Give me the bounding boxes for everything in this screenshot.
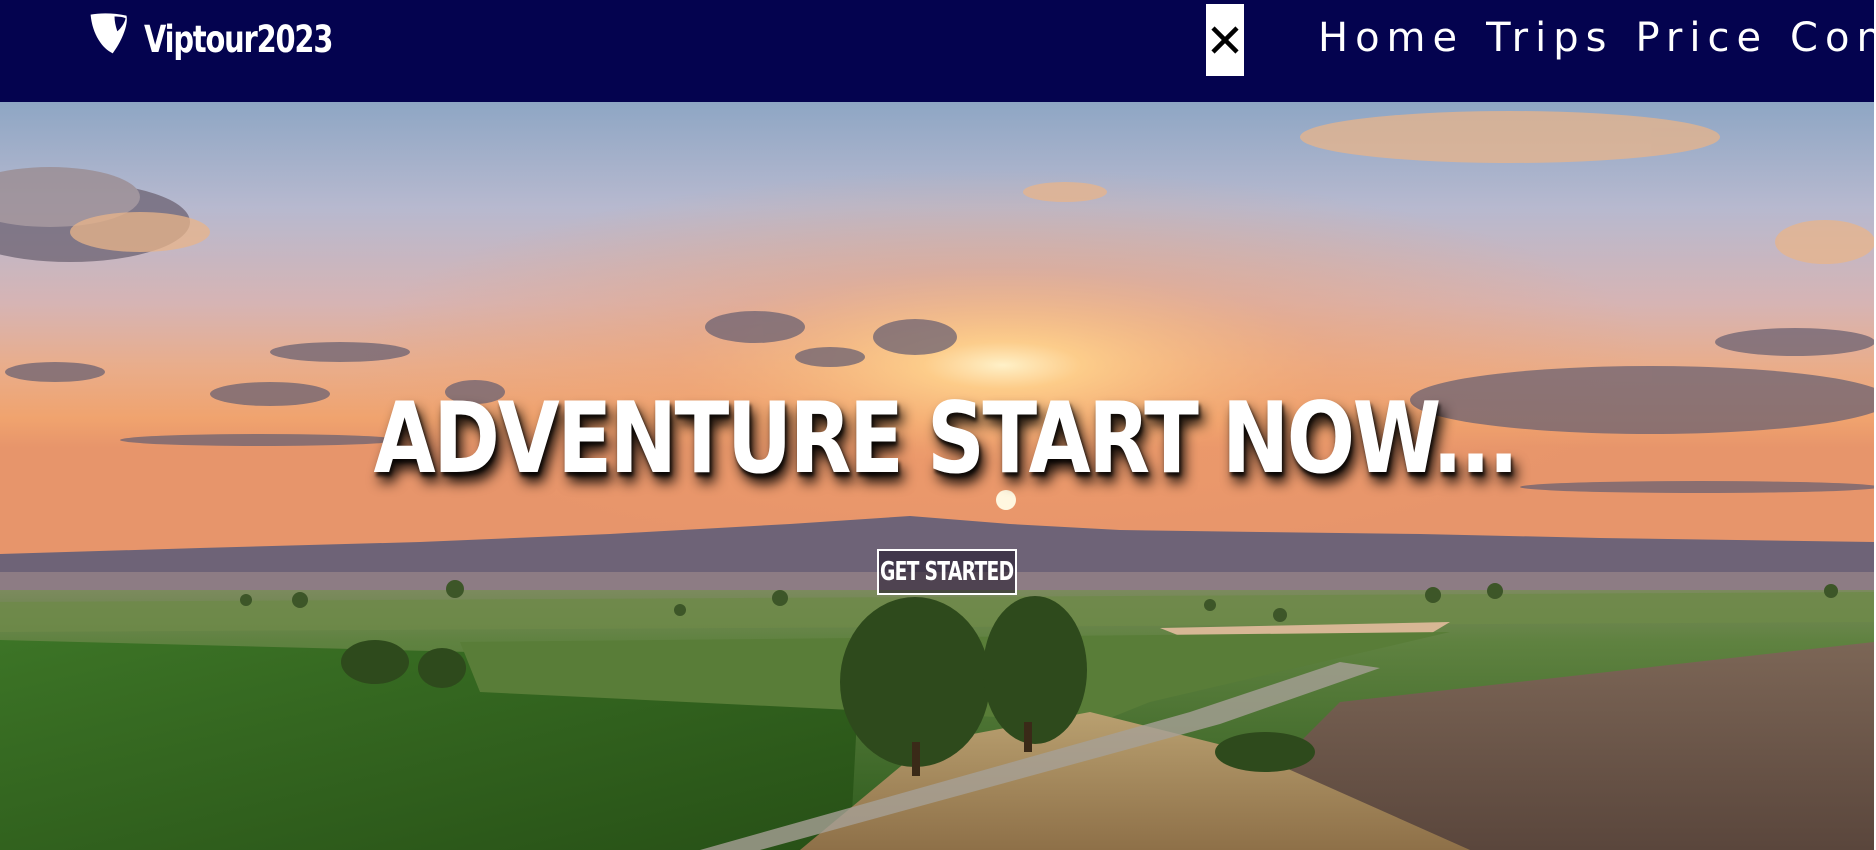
brand-logo-link[interactable]: Viptour2023 xyxy=(86,6,385,72)
top-navbar: Viptour2023 Home Trips Price Contact xyxy=(0,0,1876,102)
nav-link-price[interactable]: Price xyxy=(1635,15,1768,61)
nav-link-home[interactable]: Home xyxy=(1318,15,1464,61)
nav-link-contact[interactable]: Contact xyxy=(1790,15,1876,61)
close-icon xyxy=(1211,26,1239,54)
nav-link-trips[interactable]: Trips xyxy=(1486,15,1613,61)
hero-title: ADVENTURE START NOW... xyxy=(373,382,1519,496)
main-nav: Home Trips Price Contact xyxy=(1318,8,1876,68)
get-started-label: GET STARTED xyxy=(880,557,1014,587)
typo3-logo-icon xyxy=(90,13,127,54)
brand-name: Viptour2023 xyxy=(144,17,333,61)
close-menu-button[interactable] xyxy=(1206,4,1244,76)
hero-section: ADVENTURE START NOW... GET STARTED xyxy=(0,102,1874,850)
get-started-button[interactable]: GET STARTED xyxy=(877,549,1017,595)
page: Viptour2023 Home Trips Price Contact xyxy=(0,0,1876,850)
